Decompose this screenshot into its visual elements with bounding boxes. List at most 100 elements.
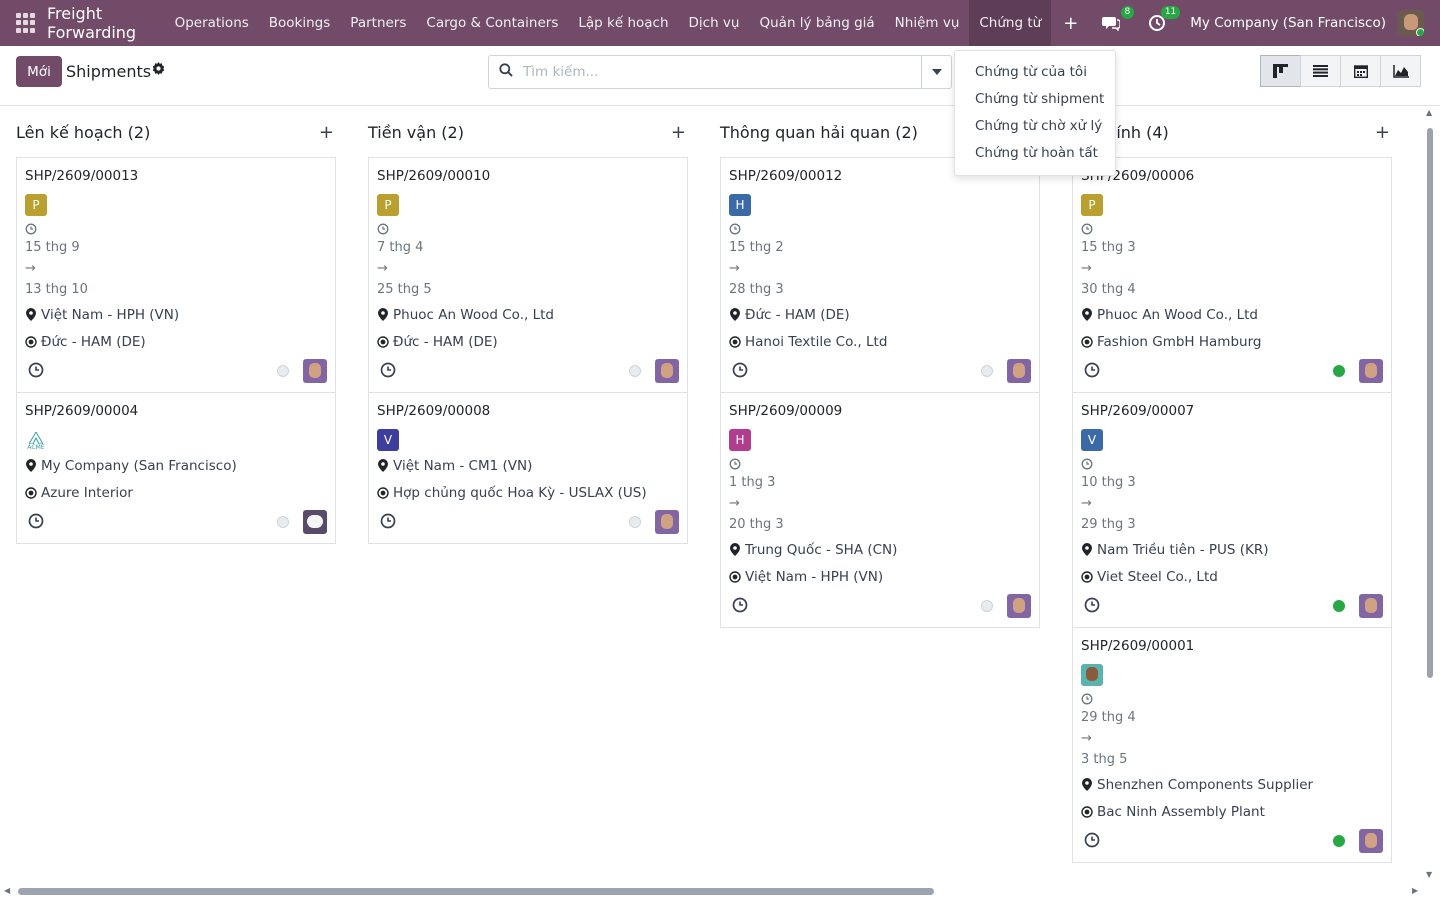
list-view-button[interactable] [1300, 55, 1341, 87]
gear-icon[interactable] [152, 62, 165, 79]
company-switcher[interactable]: My Company (San Francisco) [1190, 15, 1386, 31]
card-footer [1081, 591, 1383, 619]
menu-partners[interactable]: Partners [340, 0, 416, 46]
partner-initial-badge: P [25, 194, 47, 216]
target-icon [1081, 570, 1093, 583]
app-grid-icon[interactable] [16, 13, 35, 33]
graph-view-button[interactable] [1380, 55, 1421, 87]
activity-clock-icon[interactable] [28, 362, 44, 378]
activity-clock-icon[interactable] [28, 513, 44, 529]
responsible-avatar[interactable] [1007, 359, 1031, 383]
search-input[interactable]: Tìm kiếm... [488, 55, 922, 89]
shipment-card[interactable]: SHP/2609/00008 V Việt Nam - CM1 (VN) Hợp ch… [368, 392, 688, 544]
departure-date: 15 thg 3 [1081, 240, 1136, 255]
shipment-card[interactable]: SHP/2609/00010 P 7 thg 4 → 25 thg 5 Phuoc An … [368, 157, 688, 393]
search-options-toggle[interactable] [921, 55, 952, 89]
activity-clock-icon[interactable] [1084, 597, 1100, 613]
column-quick-create-button[interactable]: + [319, 122, 334, 143]
menu-bookings[interactable]: Bookings [259, 0, 341, 46]
responsible-avatar[interactable] [1007, 594, 1031, 618]
dropdown-item-my-documents[interactable]: Chứng từ của tôi [955, 61, 1115, 88]
activity-clock-icon[interactable] [1084, 362, 1100, 378]
new-button[interactable]: Mới [16, 56, 62, 87]
status-indicator[interactable] [981, 365, 993, 377]
menu-pricelist[interactable]: Quản lý bảng giá [749, 0, 884, 46]
horizontal-scrollbar[interactable]: ◀ ▶ [0, 884, 1425, 898]
activity-clock-icon[interactable] [732, 362, 748, 378]
dropdown-item-completed-documents[interactable]: Chứng từ hoàn tất [955, 142, 1115, 169]
status-indicator[interactable] [629, 365, 641, 377]
responsible-avatar[interactable] [655, 510, 679, 534]
app-brand[interactable]: Freight Forwarding [47, 4, 155, 42]
shipment-card[interactable]: SHP/2609/00004 ACME My Company (San Franci… [16, 392, 336, 544]
shipment-card[interactable]: SHP/2609/00012 H 15 thg 2 → 28 thg 3 Đức - HA… [720, 157, 1040, 393]
status-indicator[interactable] [629, 516, 641, 528]
column-header: Tiền vận (2) + [368, 106, 688, 158]
kanban-view-button[interactable] [1260, 55, 1301, 87]
origin-label: Việt Nam - HPH (VN) [41, 306, 180, 323]
menu-documents[interactable]: Chứng từ [969, 0, 1052, 46]
responsible-avatar[interactable] [1359, 594, 1383, 618]
activities-icon[interactable]: 11 [1146, 6, 1181, 34]
activity-clock-icon[interactable] [1084, 832, 1100, 848]
arrow-icon: → [729, 496, 740, 511]
responsible-avatar[interactable] [655, 359, 679, 383]
menu-tasks[interactable]: Nhiệm vụ [885, 0, 970, 46]
destination-label: Bac Ninh Assembly Plant [1097, 803, 1265, 820]
target-icon [729, 335, 741, 348]
shipment-reference: SHP/2609/00010 [377, 168, 491, 184]
activity-clock-icon[interactable] [380, 362, 396, 378]
calendar-view-button[interactable] [1340, 55, 1381, 87]
departure-date: 7 thg 4 [377, 240, 424, 255]
partner-initial-badge: H [729, 429, 751, 451]
user-avatar[interactable] [1398, 10, 1424, 36]
status-indicator[interactable] [1333, 835, 1345, 847]
column-title[interactable]: Tiền vận (2) [368, 123, 464, 142]
activity-clock-icon[interactable] [732, 597, 748, 613]
messages-icon[interactable]: 8 [1100, 6, 1135, 34]
shipment-card[interactable]: SHP/2609/00009 H 1 thg 3 → 20 thg 3 Trung Quố… [720, 392, 1040, 628]
kanban-column: Thông quan hải quan (2)+SHP/2609/00012H1… [720, 106, 1040, 628]
column-quick-create-button[interactable]: + [671, 122, 686, 143]
activity-clock-icon[interactable] [380, 513, 396, 529]
responsible-avatar[interactable] [303, 359, 327, 383]
column-title[interactable]: Lên kế hoạch (2) [16, 123, 150, 142]
shipment-card[interactable]: SHP/2609/00006 P 15 thg 3 → 30 thg 4 Phuoc An… [1072, 157, 1392, 393]
page-title[interactable]: Shipments [66, 62, 151, 81]
clock-icon [1081, 693, 1383, 707]
shipment-card[interactable]: SHP/2609/00013 P 15 thg 9 → 13 thg 10 Việt Na… [16, 157, 336, 393]
arrow-icon: → [25, 261, 36, 276]
arrival-date: 13 thg 10 [25, 282, 88, 297]
dropdown-item-pending-documents[interactable]: Chứng từ chờ xử lý [955, 115, 1115, 142]
responsible-avatar[interactable] [1359, 359, 1383, 383]
shipment-card[interactable]: SHP/2609/00001 29 thg 4 → 3 thg 5 Shenzhen C… [1072, 627, 1392, 863]
responsible-avatar[interactable] [1359, 829, 1383, 853]
origin-location: Đức - HAM (DE) [729, 300, 1031, 329]
partner-initial-badge: V [377, 429, 399, 451]
menu-operations[interactable]: Operations [165, 0, 259, 46]
status-indicator[interactable] [981, 600, 993, 612]
departure-date: 1 thg 3 [729, 475, 776, 490]
column-title[interactable]: Thông quan hải quan (2) [720, 123, 918, 142]
status-indicator[interactable] [1333, 600, 1345, 612]
destination-label: Hợp chủng quốc Hoa Kỳ - USLAX (US) [393, 484, 647, 501]
shipment-card[interactable]: SHP/2609/00007 V 10 thg 3 → 29 thg 3 Nam Triề… [1072, 392, 1392, 628]
responsible-avatar[interactable] [303, 510, 327, 534]
status-indicator[interactable] [277, 365, 289, 377]
card-footer [729, 591, 1031, 619]
menu-services[interactable]: Dịch vụ [679, 0, 750, 46]
menu-cargo-containers[interactable]: Cargo & Containers [416, 0, 568, 46]
shipment-reference: SHP/2609/00013 [25, 168, 139, 184]
menu-planning[interactable]: Lập kế hoạch [568, 0, 678, 46]
origin-label: Shenzhen Components Supplier [1097, 776, 1314, 793]
menu-add-button[interactable]: + [1051, 0, 1090, 46]
card-footer [1081, 826, 1383, 854]
column-quick-create-button[interactable]: + [1375, 122, 1390, 143]
target-icon [25, 486, 37, 499]
clock-icon [729, 223, 1031, 237]
column-header: Lên kế hoạch (2) + [16, 106, 336, 158]
vertical-scrollbar[interactable]: ▲ ▼ [1425, 108, 1435, 880]
status-indicator[interactable] [277, 516, 289, 528]
dropdown-item-shipment-documents[interactable]: Chứng từ shipment [955, 88, 1115, 115]
status-indicator[interactable] [1333, 365, 1345, 377]
